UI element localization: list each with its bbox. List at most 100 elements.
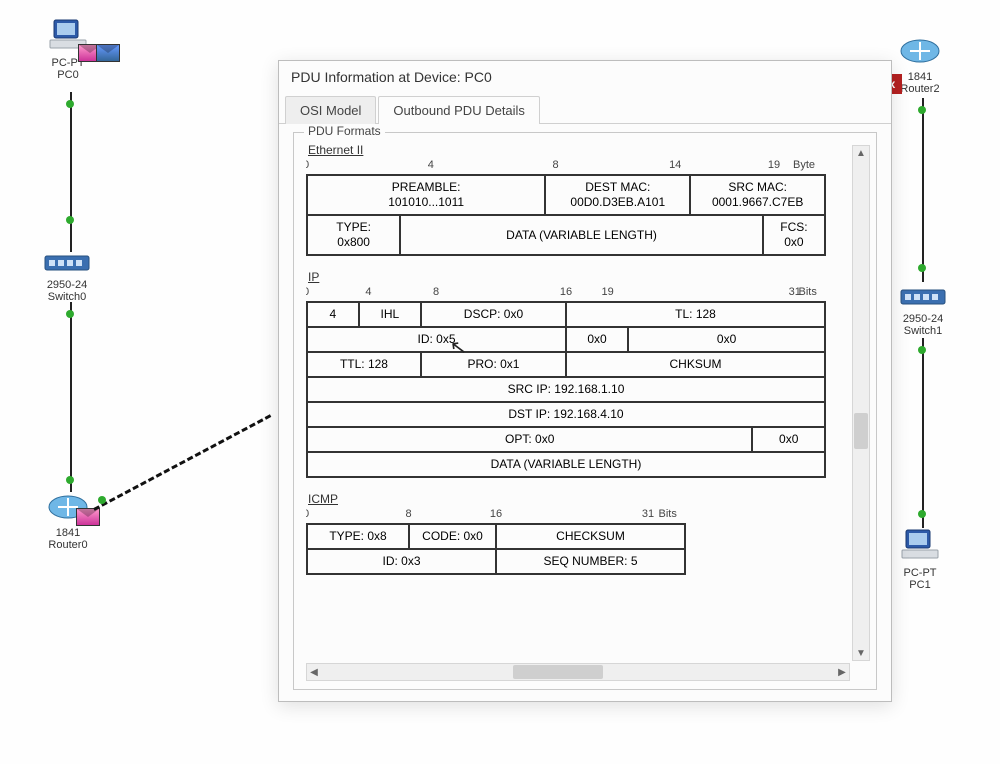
device-type: 1841: [56, 527, 80, 539]
field-icmp-id: ID: 0x3: [307, 549, 496, 574]
ruler-unit: Bits: [798, 286, 816, 298]
field-dest-mac: DEST MAC: 00D0.D3EB.A101: [545, 175, 690, 215]
field-ip-data: DATA (VARIABLE LENGTH): [307, 452, 825, 477]
section-icmp-label: ICMP: [308, 492, 850, 506]
ruler-tick: 16: [560, 286, 572, 298]
link-dot-icon: [918, 264, 926, 272]
window-title: PDU Information at Device: PC0: [291, 69, 492, 85]
field-eth-data: DATA (VARIABLE LENGTH): [400, 215, 763, 255]
field-ip-protocol: PRO: 0x1: [421, 352, 566, 377]
link-dot-icon: [66, 100, 74, 108]
pdu-info-window[interactable]: PDU Information at Device: PC0 OSI Model…: [278, 60, 892, 702]
ruler-tick: 0: [306, 286, 309, 298]
device-type: 2950-24: [903, 313, 943, 325]
link-dot-icon: [66, 216, 74, 224]
tab-osi-model[interactable]: OSI Model: [285, 96, 376, 124]
link-line: [70, 92, 72, 252]
tab-bar: OSI Model Outbound PDU Details: [279, 95, 891, 124]
device-pc1[interactable]: PC-PTPC1: [900, 528, 940, 591]
fieldset-legend: PDU Formats: [304, 124, 385, 138]
ruler-tick: 8: [553, 159, 559, 171]
device-router2[interactable]: 1841Router2: [900, 36, 940, 95]
section-ip-label: IP: [308, 270, 850, 284]
scroll-thumb[interactable]: [854, 413, 868, 449]
icmp-header-table: TYPE: 0x8 CODE: 0x0 CHECKSUM ID: 0x3 SEQ…: [306, 523, 686, 575]
field-ip-flags: 0x0: [566, 327, 628, 352]
switch-icon: [900, 286, 946, 308]
link-dot-icon: [918, 346, 926, 354]
device-type: PC-PT: [904, 567, 937, 579]
vertical-scrollbar[interactable]: ▲ ▼: [852, 145, 870, 661]
device-type: 2950-24: [47, 279, 87, 291]
ruler-tick: 0: [306, 508, 309, 520]
field-preamble: PREAMBLE: 101010...1011: [307, 175, 545, 215]
link-dot-icon: [918, 510, 926, 518]
ruler-tick: 16: [490, 508, 502, 520]
scroll-thumb[interactable]: [513, 665, 603, 679]
scroll-up-icon[interactable]: ▲: [853, 146, 869, 160]
device-pc0[interactable]: PC-PTPC0: [48, 18, 88, 81]
field-ip-frag: 0x0: [628, 327, 825, 352]
pc-icon: [900, 528, 940, 562]
device-name: PC1: [909, 579, 930, 591]
field-ip-dst: DST IP: 192.168.4.10: [307, 402, 825, 427]
router-icon: [900, 36, 940, 66]
field-ip-opt: OPT: 0x0: [307, 427, 752, 452]
device-name: PC0: [57, 69, 78, 81]
field-ethertype: TYPE: 0x800: [307, 215, 400, 255]
field-ip-id: ID: 0x5: [307, 327, 566, 352]
field-ip-dscp: DSCP: 0x0: [421, 302, 566, 327]
topology-canvas[interactable]: PC-PTPC0 2950-24Switch0 1841Router0 1841…: [0, 0, 1000, 764]
scroll-right-icon[interactable]: ▶: [835, 664, 849, 680]
field-ip-ttl: TTL: 128: [307, 352, 421, 377]
tab-outbound-pdu[interactable]: Outbound PDU Details: [378, 96, 540, 124]
field-icmp-type: TYPE: 0x8: [307, 524, 409, 549]
field-icmp-seq: SEQ NUMBER: 5: [496, 549, 685, 574]
ruler-tick: 14: [669, 159, 681, 171]
field-ip-pad: 0x0: [752, 427, 825, 452]
field-src-mac: SRC MAC: 0001.9667.C7EB: [690, 175, 825, 215]
ruler-unit: Bits: [658, 508, 676, 520]
link-dot-icon: [66, 310, 74, 318]
envelope-icon: [76, 508, 100, 526]
ruler-tick: 8: [433, 286, 439, 298]
field-ip-version: 4: [307, 302, 359, 327]
scroll-left-icon[interactable]: ◀: [307, 664, 321, 680]
device-name: Router0: [48, 539, 87, 551]
section-ethernet-label: Ethernet II: [308, 145, 850, 157]
link-line: [70, 302, 72, 492]
ruler-tick: 19: [768, 159, 780, 171]
link-dot-icon: [98, 496, 106, 504]
link-dot-icon: [66, 476, 74, 484]
field-ip-tl: TL: 128: [566, 302, 825, 327]
device-switch1[interactable]: 2950-24Switch1: [900, 286, 946, 337]
ruler-tick: 4: [365, 286, 371, 298]
pdu-formats-group: PDU Formats Ethernet II 0 4 8 14 19 Byte: [293, 132, 877, 690]
ruler-tick: 8: [406, 508, 412, 520]
field-ip-ihl: IHL: [359, 302, 421, 327]
device-switch0[interactable]: 2950-24Switch0: [44, 252, 90, 303]
ruler-unit: Byte: [793, 159, 815, 171]
ethernet-header-table: PREAMBLE: 101010...1011 DEST MAC: 00D0.D…: [306, 174, 826, 256]
device-name: Switch0: [48, 291, 87, 303]
device-name: Router2: [900, 83, 939, 95]
switch-icon: [44, 252, 90, 274]
scroll-down-icon[interactable]: ▼: [853, 646, 869, 660]
link-line: [922, 98, 924, 282]
link-line: [922, 338, 924, 528]
ruler-tick: 0: [306, 159, 309, 171]
horizontal-scrollbar[interactable]: ◀ ▶: [306, 663, 850, 681]
envelope-icon: [96, 44, 120, 62]
field-ip-checksum: CHKSUM: [566, 352, 825, 377]
device-router0[interactable]: 1841Router0: [48, 492, 88, 551]
field-ip-src: SRC IP: 192.168.1.10: [307, 377, 825, 402]
ruler-tick: 19: [601, 286, 613, 298]
field-fcs: FCS: 0x0: [763, 215, 825, 255]
ip-header-table: 4 IHL DSCP: 0x0 TL: 128 ID: 0x5 0x0 0x0 …: [306, 301, 826, 478]
link-dot-icon: [918, 106, 926, 114]
ruler-tick: 31: [642, 508, 654, 520]
ruler-tick: 4: [428, 159, 434, 171]
field-icmp-code: CODE: 0x0: [409, 524, 496, 549]
device-name: Switch1: [904, 325, 943, 337]
link-serial-line: [93, 414, 271, 511]
